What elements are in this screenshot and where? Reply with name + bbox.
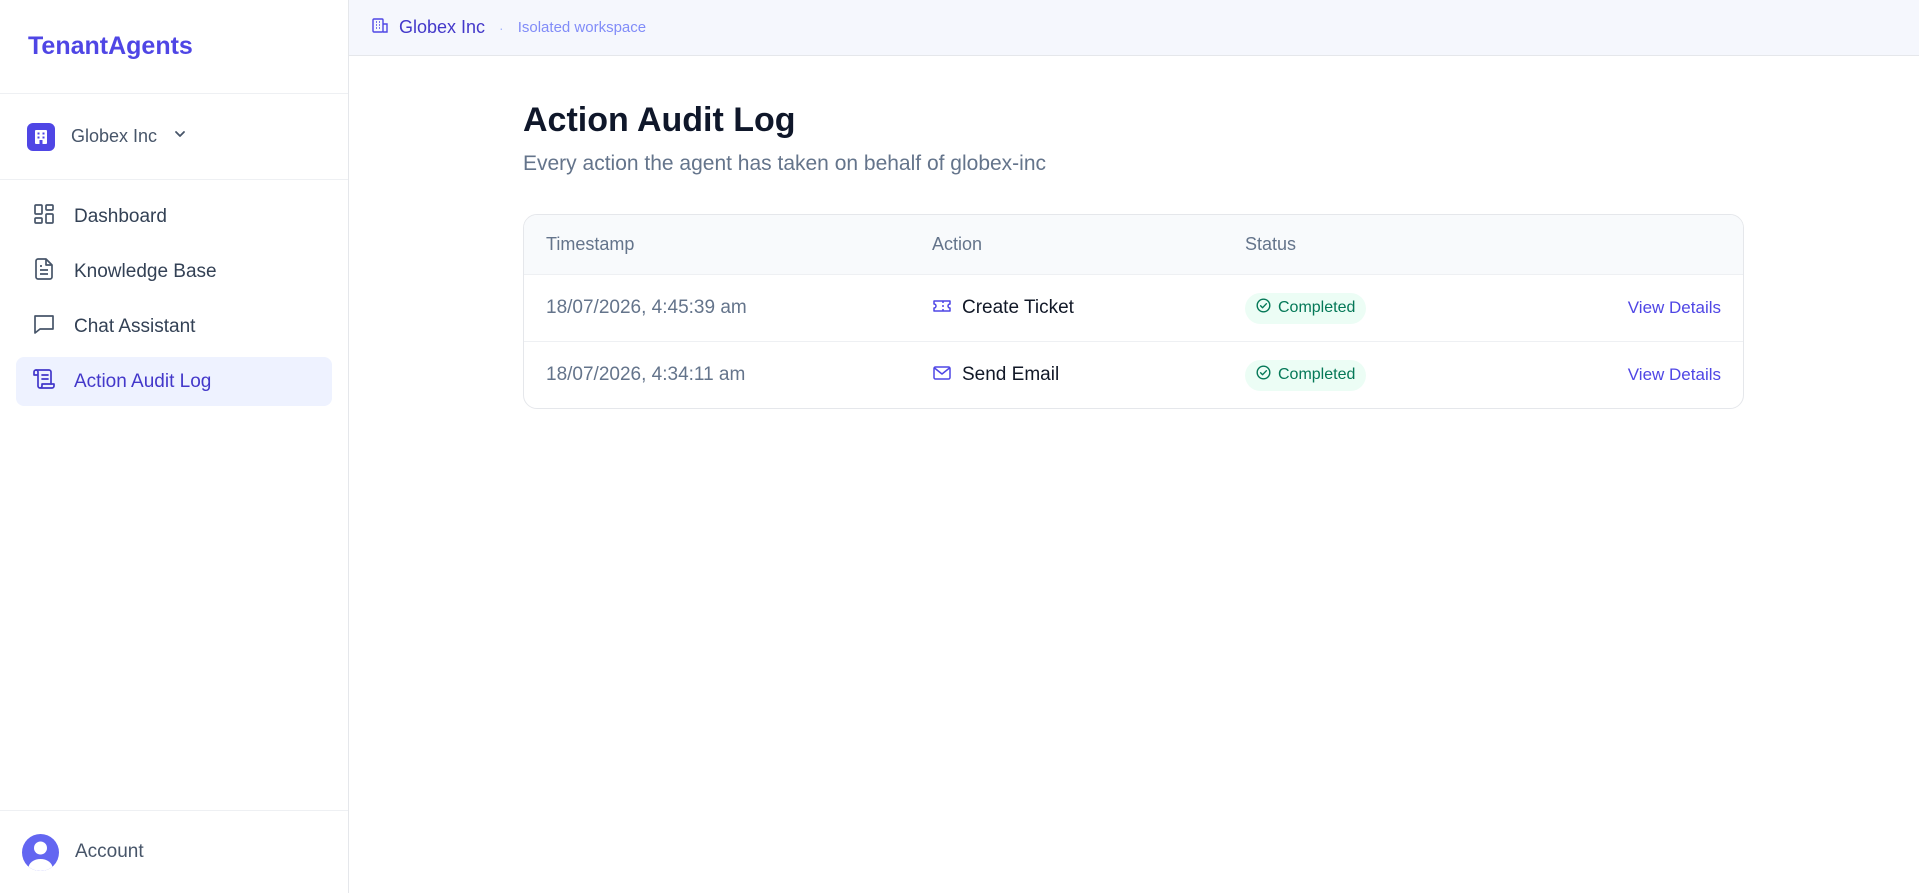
ticket-icon (932, 296, 952, 321)
building-icon (27, 122, 55, 151)
sidebar-item-label: Chat Assistant (74, 315, 196, 337)
building-icon (371, 16, 389, 39)
avatar (22, 833, 59, 871)
row-status: Completed (1245, 292, 1545, 324)
page-content: Action Audit Log Every action the agent … (349, 56, 1919, 409)
column-header-action: Action (932, 234, 983, 254)
account-label: Account (75, 841, 144, 862)
workspace-label: Isolated workspace (517, 19, 647, 36)
status-badge: Completed (1245, 359, 1367, 391)
topbar: Globex Inc · Isolated workspace (349, 0, 1919, 56)
row-actions: View Details (1545, 365, 1743, 385)
status-badge: Completed (1245, 292, 1367, 324)
view-details-link[interactable]: View Details (1628, 298, 1721, 317)
brand-logo[interactable]: TenantAgents (0, 0, 348, 94)
row-actions: View Details (1545, 298, 1743, 318)
view-details-link[interactable]: View Details (1628, 365, 1721, 384)
scroll-log-icon (32, 367, 56, 397)
sidebar-item-chat-assistant[interactable]: Chat Assistant (16, 302, 332, 351)
row-timestamp: 18/07/2026, 4:45:39 am (546, 297, 747, 318)
page-title: Action Audit Log (523, 101, 796, 139)
sidebar-item-label: Dashboard (74, 205, 167, 227)
sidebar-item-dashboard[interactable]: Dashboard (16, 192, 332, 241)
row-action: Create Ticket (932, 296, 1245, 321)
row-status: Completed (1245, 359, 1545, 391)
sidebar-nav: Dashboard Knowledge Base Chat Assistant … (0, 180, 348, 418)
sidebar: TenantAgents Globex Inc Dashboard Knowle… (0, 0, 349, 893)
sidebar-item-knowledge-base[interactable]: Knowledge Base (16, 247, 332, 296)
column-header-timestamp: Timestamp (546, 234, 635, 254)
row-timestamp: 18/07/2026, 4:34:11 am (546, 364, 746, 385)
main-area: Globex Inc · Isolated workspace Action A… (349, 0, 1919, 893)
document-icon (32, 257, 56, 287)
tenant-switcher-label: Globex Inc (71, 126, 158, 146)
chat-bubble-icon (32, 312, 56, 342)
table-row: 18/07/2026, 4:34:11 am Send Email Comple… (524, 341, 1743, 408)
action-label: Send Email (962, 364, 1060, 385)
mail-icon (932, 363, 952, 388)
current-tenant: Globex Inc (399, 17, 486, 37)
column-header-status: Status (1245, 234, 1297, 254)
topbar-separator: · (499, 19, 504, 36)
status-label: Completed (1278, 299, 1356, 316)
dashboard-grid-icon (32, 202, 56, 232)
sidebar-item-label: Knowledge Base (74, 260, 217, 282)
chevron-down-icon (173, 127, 187, 146)
audit-log-table: Timestamp Action Status 18/07/2026, 4:45… (523, 214, 1744, 409)
table-row: 18/07/2026, 4:45:39 am Create Ticket Com… (524, 274, 1743, 341)
page-subtitle: Every action the agent has taken on beha… (523, 152, 1047, 175)
tenant-switcher[interactable]: Globex Inc (0, 94, 348, 180)
sidebar-item-label: Action Audit Log (74, 370, 212, 392)
sidebar-item-action-audit-log[interactable]: Action Audit Log (16, 357, 332, 406)
table-header: Timestamp Action Status (524, 215, 1743, 274)
check-circle-icon (1256, 298, 1271, 318)
row-action: Send Email (932, 363, 1245, 388)
status-label: Completed (1278, 366, 1356, 383)
check-circle-icon (1256, 365, 1271, 385)
action-label: Create Ticket (962, 297, 1074, 318)
account-menu[interactable]: Account (0, 810, 348, 893)
